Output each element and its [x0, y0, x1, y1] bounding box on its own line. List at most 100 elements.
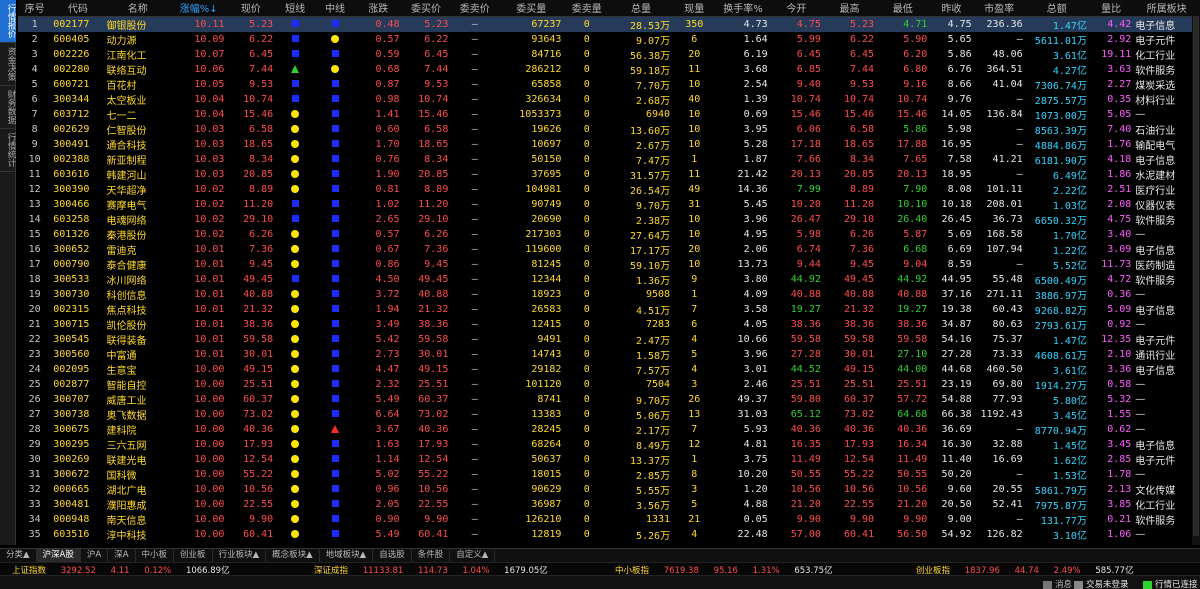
table-row[interactable]: 14 603258 电魂网络 10.02 29.10 2.65 29.10 — 20690 0 2.… — [18, 212, 1200, 227]
cell-22: 软件服务 — [1135, 515, 1176, 527]
column-header-19[interactable]: 市盈率 — [973, 0, 1025, 17]
table-row[interactable]: 19 300730 科创信息 10.01 40.88 3.72 40.88 — 18923 0 95… — [18, 287, 1200, 302]
scrollbar-thumb[interactable] — [1193, 16, 1199, 536]
bottom-tab-6[interactable]: 行业板块▲ — [213, 549, 267, 562]
sidebar-tab-fund-decision[interactable]: 资金决策 — [0, 43, 16, 86]
column-header-10[interactable]: 委买量 — [499, 0, 564, 17]
cell-19: — — [1016, 138, 1023, 150]
column-header-21[interactable]: 量比 — [1088, 0, 1134, 17]
table-row[interactable]: 4 002280 联络互动 10.06 7.44 0.68 7.44 — 286212 0 59.1… — [18, 62, 1200, 77]
table-row[interactable]: 12 300390 天华超净 10.02 8.89 0.81 8.89 — 104981 0 26.… — [18, 182, 1200, 197]
mid-term-signal — [315, 16, 356, 32]
cell-22: 软件服务 — [1135, 215, 1176, 227]
table-row[interactable]: 29 300295 三六五网 10.00 17.93 1.63 17.93 — 68264 0 8.… — [18, 437, 1200, 452]
cell-16: 7.36 — [850, 243, 875, 255]
cell-18: 20.50 — [941, 498, 972, 510]
table-row[interactable]: 18 300533 冰川网络 10.01 49.45 4.50 49.45 — 12344 0 1.… — [18, 272, 1200, 287]
column-header-5[interactable]: 短线 — [275, 0, 316, 17]
bottom-tab-8[interactable]: 地域板块▲ — [320, 549, 374, 562]
column-header-6[interactable]: 中线 — [315, 0, 356, 17]
table-row[interactable]: 35 603516 淳中科技 10.00 60.41 5.49 60.41 — 12819 0 5.… — [18, 527, 1200, 542]
bottom-tab-11[interactable]: 自定义▲ — [450, 549, 496, 562]
table-row[interactable]: 8 002629 仁智股份 10.03 6.58 0.60 6.58 — 19626 0 13.60… — [18, 122, 1200, 137]
column-header-17[interactable]: 最低 — [876, 0, 930, 17]
cell-4: 9.90 — [249, 513, 274, 525]
column-header-16[interactable]: 最高 — [822, 0, 877, 17]
table-row[interactable]: 33 300481 濮阳惠成 10.00 22.55 2.05 22.55 — 36987 0 3.… — [18, 497, 1200, 512]
cell-10: 126210 — [525, 513, 562, 525]
table-row[interactable]: 3 002226 江南化工 10.07 6.45 0.59 6.45 — 84716 0 56.38… — [18, 47, 1200, 62]
bottom-tab-5[interactable]: 创业板 — [174, 549, 213, 562]
cell-21: 3.09 — [1107, 243, 1132, 255]
column-header-2[interactable]: 名称 — [104, 0, 171, 17]
table-row[interactable]: 23 300560 中富通 10.01 30.01 2.73 30.01 — 14743 0 1.5… — [18, 347, 1200, 362]
column-header-1[interactable]: 代码 — [51, 0, 105, 17]
column-header-18[interactable]: 昨收 — [929, 0, 974, 17]
quote-table: 序号 代码 名称 涨幅%↓ 现价 短线 中线 涨跌 委买价 委卖价 委买量 委卖量 总量 现量 换手率% 今开… — [18, 0, 1200, 542]
cell-22: 软件服务 — [1135, 65, 1176, 77]
table-row[interactable]: 26 300707 威唐工业 10.00 60.37 5.49 60.37 — 8741 0 9.7… — [18, 392, 1200, 407]
cell-10: 119600 — [525, 243, 562, 255]
table-row[interactable]: 1 002177 御银股份 10.11 5.23 0.48 5.23—67237 0 28.53… — [18, 16, 1200, 32]
table-row[interactable]: 17 000790 泰合健康 10.01 9.45 0.86 9.45 — 81245 0 59.1… — [18, 257, 1200, 272]
column-header-0[interactable]: 序号 — [18, 0, 52, 17]
table-row[interactable]: 34 000948 南天信息 10.00 9.90 0.90 9.90 — 126210 0 133… — [18, 512, 1200, 527]
table-row[interactable]: 22 300545 联得装备 10.01 59.58 5.42 59.58 — 9491 0 2.4… — [18, 332, 1200, 347]
table-row[interactable]: 24 002095 生意宝 10.00 49.15 4.47 49.15 — 29182 0 7.5… — [18, 362, 1200, 377]
table-row[interactable]: 2 600405 动力源 10.09 6.22 0.57 6.22 — 93643 0 9.07万 6… — [18, 32, 1200, 47]
column-header-20[interactable]: 总额 — [1024, 0, 1089, 17]
table-row[interactable]: 6 300344 太空板业 10.04 10.74 0.98 10.74 — 326634 0 2.… — [18, 92, 1200, 107]
cell-7: 1.41 — [375, 108, 400, 120]
cell-2: 三六五网 — [106, 440, 147, 452]
table-row[interactable]: 16 300652 雷迪克 10.01 7.36 0.67 7.36 — 119600 0 17.1… — [18, 242, 1200, 257]
bottom-tab-4[interactable]: 中小板 — [136, 549, 175, 562]
table-row[interactable]: 30 300269 联建光电 10.00 12.54 1.14 12.54—50637 0 13… — [18, 452, 1200, 467]
bottom-tab-1[interactable]: 沪深A股 — [36, 549, 81, 562]
column-header-7[interactable]: 涨跌 — [355, 0, 402, 17]
table-row[interactable]: 15 601326 秦港股份 10.02 6.26 0.57 6.26 — 217303 0 27.… — [18, 227, 1200, 242]
column-header-15[interactable]: 今开 — [769, 0, 823, 17]
table-row[interactable]: 32 000665 湖北广电 10.00 10.56 0.96 10.56 — 90629 0 5.… — [18, 482, 1200, 497]
table-row[interactable]: 11 603616 韩建河山 10.03 20.85 1.90 20.85 — 37695 0 31… — [18, 167, 1200, 182]
sidebar-tab-quotes[interactable]: 行情报价 — [0, 0, 16, 43]
column-header-11[interactable]: 委卖量 — [563, 0, 610, 17]
table-row[interactable]: 25 002877 智能自控 10.00 25.51 2.32 25.51 — 101120 0 7… — [18, 377, 1200, 392]
table-row[interactable]: 10 002388 新亚制程 10.03 8.34 0.76 8.34 — 50150 0 7.47… — [18, 152, 1200, 167]
cell-0: 10 — [28, 153, 41, 165]
bottom-tab-3[interactable]: 深A — [108, 549, 136, 562]
cell-12: 9508 — [646, 288, 671, 300]
table-row[interactable]: 28 300675 建科院 10.00 40.36 3.67 40.36 — 28245 0 2.1… — [18, 422, 1200, 437]
vertical-scrollbar[interactable] — [1192, 16, 1200, 545]
trade-login-status[interactable]: 交易未登录 — [1074, 578, 1129, 589]
column-header-8[interactable]: 委买价 — [401, 0, 451, 17]
cell-14: 1.64 — [743, 33, 768, 45]
table-row[interactable]: 9 300491 通合科技 10.03 18.65 1.70 18.65 — 10697 0 2.6… — [18, 137, 1200, 152]
column-header-14[interactable]: 换手率% — [716, 0, 770, 17]
bottom-tab-7[interactable]: 概念板块▲ — [266, 549, 320, 562]
bottom-tab-0[interactable]: 分类▲ — [0, 549, 37, 562]
table-row[interactable]: 20 002315 焦点科技 10.01 21.32 1.94 21.32 — 26583 0 4.… — [18, 302, 1200, 317]
table-row[interactable]: 5 600721 百花村 10.05 9.53 0.87 9.53 — 65858 0 7.70万 1… — [18, 77, 1200, 92]
column-header-4[interactable]: 现价 — [226, 0, 276, 17]
table-row[interactable]: 13 300466 赛摩电气 10.02 11.20 1.02 11.20 — 90749 0 9.… — [18, 197, 1200, 212]
column-header-3[interactable]: 涨幅%↓ — [170, 0, 227, 17]
cell-10: 9491 — [537, 333, 562, 345]
column-header-9[interactable]: 委卖价 — [450, 0, 500, 17]
bottom-tab-9[interactable]: 自选股 — [373, 549, 412, 562]
table-row[interactable]: 7 603712 七一二 10.04 15.46 1.41 15.46 — 1053373 0 69… — [18, 107, 1200, 122]
bottom-tab-10[interactable]: 条件股 — [412, 549, 451, 562]
sidebar-tab-statistics[interactable]: 行情统计 — [0, 129, 16, 172]
table-row[interactable]: 21 300715 凯伦股份 10.01 38.36 3.49 38.36 — 12415 0 72… — [18, 317, 1200, 332]
column-header-12[interactable]: 总量 — [610, 0, 673, 17]
connection-status[interactable]: 行情已连接 — [1143, 578, 1198, 589]
cell-11: 0 — [583, 48, 590, 60]
table-row[interactable]: 27 300738 奥飞数据 10.00 73.02 6.64 73.02 — 13383 0 5.… — [18, 407, 1200, 422]
sidebar-tab-financial-data[interactable]: 财务数据 — [0, 86, 16, 129]
cell-21: 3.36 — [1107, 363, 1132, 375]
cell-19: — — [1016, 423, 1023, 435]
column-header-22[interactable]: 所属板块 — [1133, 0, 1200, 17]
table-row[interactable]: 31 300672 国科微 10.00 55.22 5.02 55.22 — 18015 0 2.8… — [18, 467, 1200, 482]
bottom-tab-2[interactable]: 沪A — [81, 549, 109, 562]
message-status[interactable]: 消息 — [1043, 578, 1072, 589]
column-header-13[interactable]: 现量 — [672, 0, 717, 17]
